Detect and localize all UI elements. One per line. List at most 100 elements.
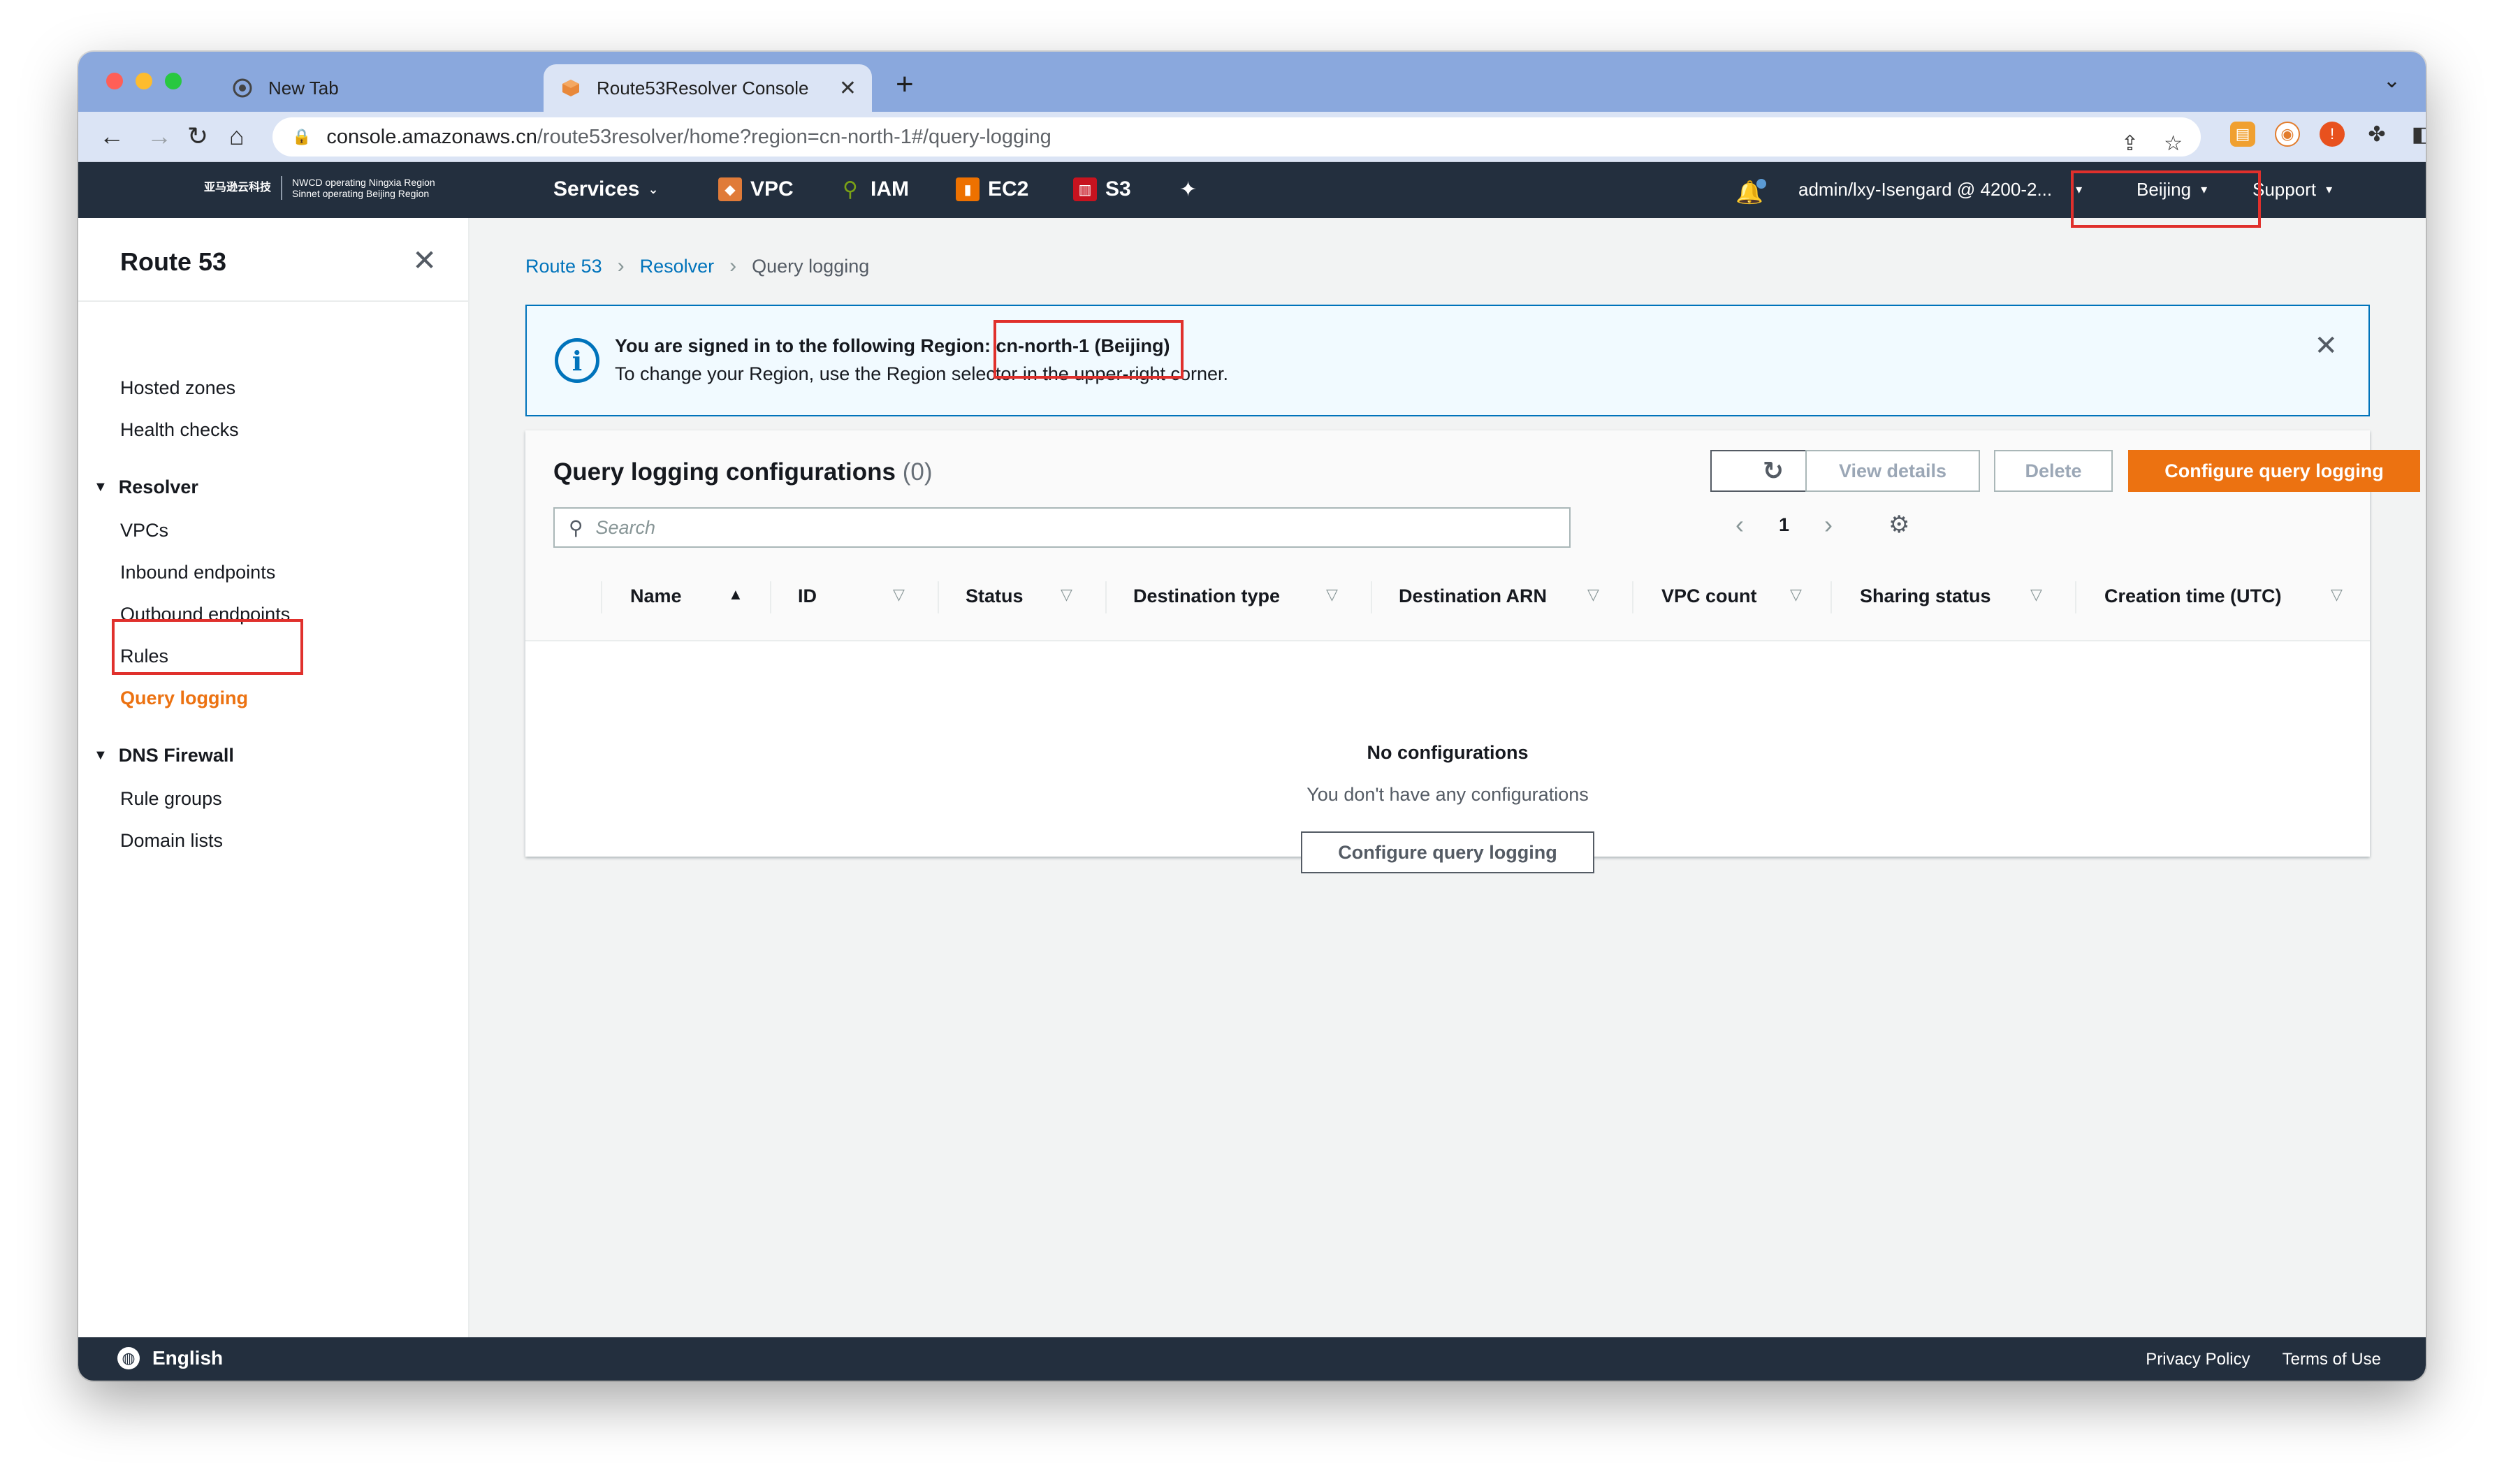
sort-icon[interactable]: ▽ — [1326, 585, 1338, 604]
pin-icon[interactable]: ✦ — [1179, 177, 1197, 202]
services-label: Services — [553, 177, 640, 201]
search-icon: ⚲ — [569, 516, 583, 539]
extension-icon[interactable]: ! — [2320, 122, 2345, 147]
column-header-id[interactable]: ID — [798, 585, 817, 607]
home-icon[interactable]: ⌂ — [229, 122, 245, 151]
column-header-creation-time[interactable]: Creation time (UTC) — [2104, 585, 2282, 607]
services-menu-button[interactable]: Services ⌄ — [553, 177, 659, 201]
configure-query-logging-button[interactable]: Configure query logging — [2128, 450, 2420, 492]
sort-icon[interactable]: ▽ — [2030, 585, 2042, 604]
view-details-button[interactable]: View details — [1805, 450, 1980, 492]
column-header-name[interactable]: Name — [630, 585, 682, 607]
next-page-icon[interactable]: › — [1824, 510, 1833, 539]
query-logging-panel: Query logging configurations (0) ↻ View … — [525, 430, 2420, 873]
notifications-button[interactable]: 🔔 — [1735, 179, 1766, 205]
info-icon: i — [555, 338, 599, 383]
delete-button[interactable]: Delete — [1994, 450, 2113, 492]
console-footer: ◍ English Privacy Policy Terms of Use — [78, 1337, 2426, 1381]
account-label: admin/lxy-Isengard @ 4200-2... — [1798, 179, 2053, 200]
sidebar-item-hosted-zones[interactable]: Hosted zones — [120, 377, 235, 399]
sidebar-item-inbound-endpoints[interactable]: Inbound endpoints — [120, 562, 275, 583]
extension-icon[interactable]: ▤ — [2230, 122, 2255, 147]
region-info-flash: i You are signed in to the following Reg… — [525, 305, 2370, 416]
gear-icon[interactable]: ⚙ — [1888, 511, 1909, 539]
s3-icon: ▥ — [1073, 177, 1097, 201]
shortcut-vpc[interactable]: ◆ VPC — [718, 177, 794, 201]
sidebar-section-dns-firewall[interactable]: ▼ DNS Firewall — [94, 745, 234, 766]
close-window-button[interactable] — [106, 73, 123, 89]
shortcut-ec2[interactable]: ▮ EC2 — [956, 177, 1028, 201]
prev-page-icon[interactable]: ‹ — [1735, 510, 1744, 539]
sidebar-section-resolver[interactable]: ▼ Resolver — [94, 477, 198, 498]
share-icon[interactable]: ⇪ — [2121, 131, 2139, 156]
sidebar-item-vpcs[interactable]: VPCs — [120, 520, 168, 541]
privacy-policy-link[interactable]: Privacy Policy — [2146, 1350, 2250, 1369]
dismiss-flash-icon[interactable]: ✕ — [2314, 330, 2338, 362]
breadcrumb: Route 53 › Resolver › Query logging — [525, 254, 869, 278]
chevron-right-icon: › — [617, 254, 625, 277]
sort-icon[interactable]: ▽ — [1790, 585, 1802, 604]
shortcut-s3[interactable]: ▥ S3 — [1073, 177, 1131, 201]
search-placeholder: Search — [595, 516, 656, 538]
url-input[interactable]: 🔒 console.amazonaws.cn/route53resolver/h… — [272, 117, 2201, 157]
logo-line2: Sinnet operating Beijing Region — [292, 188, 430, 199]
refresh-icon: ↻ — [1762, 456, 1784, 485]
region-highlight-box — [2071, 170, 2261, 228]
aws-china-logo[interactable]: 亚马逊云科技 NWCD operating Ningxia Region Sin… — [204, 176, 435, 200]
sidebar-item-rule-groups[interactable]: Rule groups — [120, 788, 222, 810]
panel-title-text: Query logging configurations — [553, 458, 896, 486]
sort-icon[interactable]: ▽ — [1587, 585, 1599, 604]
minimize-window-button[interactable] — [136, 73, 152, 89]
column-header-vpc-count[interactable]: VPC count — [1661, 585, 1757, 607]
tab-title: Route53Resolver Console — [597, 77, 809, 99]
page-number[interactable]: 1 — [1779, 514, 1789, 536]
column-header-destination-arn[interactable]: Destination ARN — [1399, 585, 1547, 607]
chevron-down-icon: ⌄ — [648, 182, 659, 196]
forward-arrow-icon[interactable]: → — [147, 122, 172, 151]
breadcrumb-resolver[interactable]: Resolver — [640, 256, 715, 277]
new-tab-plus-icon[interactable]: + — [896, 67, 914, 102]
account-menu-button[interactable]: admin/lxy-Isengard @ 4200-2... ▾ — [1798, 179, 2082, 201]
flash-prefix: You are signed in to the following Regio… — [615, 335, 996, 356]
search-input[interactable]: ⚲ Search — [553, 507, 1571, 548]
back-arrow-icon[interactable]: ← — [99, 122, 124, 151]
empty-configure-button[interactable]: Configure query logging — [1301, 831, 1594, 873]
sidebar: Route 53 ✕ Hosted zones Health checks ▼ … — [78, 218, 470, 1337]
sort-ascending-icon[interactable]: ▲ — [728, 585, 743, 604]
sort-icon[interactable]: ▽ — [1061, 585, 1072, 604]
globe-icon: ◍ — [117, 1347, 140, 1369]
chrome-icon — [232, 78, 253, 99]
close-tab-icon[interactable]: ✕ — [839, 76, 857, 101]
logo-cn-text: 亚马逊云科技 — [204, 182, 272, 194]
terms-of-use-link[interactable]: Terms of Use — [2283, 1350, 2381, 1369]
extension-icon[interactable]: ◉ — [2275, 122, 2300, 147]
column-header-destination-type[interactable]: Destination type — [1133, 585, 1280, 607]
reload-icon[interactable]: ↻ — [187, 122, 208, 151]
sidebar-item-query-logging[interactable]: Query logging — [120, 688, 248, 709]
support-menu-button[interactable]: Support ▾ — [2252, 179, 2332, 201]
sort-icon[interactable]: ▽ — [2331, 585, 2343, 604]
panel-title: Query logging configurations (0) — [553, 458, 933, 486]
tab-search-chevron-icon[interactable]: ⌄ — [2383, 68, 2401, 93]
column-header-status[interactable]: Status — [966, 585, 1024, 607]
iam-icon: ⚲ — [843, 177, 858, 201]
breadcrumb-route53[interactable]: Route 53 — [525, 256, 602, 277]
maximize-window-button[interactable] — [165, 73, 182, 89]
tab-route53resolver[interactable]: Route53Resolver Console ✕ — [544, 64, 872, 112]
bookmark-star-icon[interactable]: ☆ — [2164, 131, 2183, 156]
shortcut-iam[interactable]: ⚲ IAM — [838, 177, 909, 201]
shortcut-label: S3 — [1105, 177, 1131, 201]
puzzle-icon[interactable]: ✤ — [2364, 122, 2389, 147]
sort-icon[interactable]: ▽ — [893, 585, 905, 604]
sidebar-title: Route 53 — [120, 247, 227, 276]
language-selector[interactable]: ◍ English — [117, 1347, 223, 1369]
sidebar-item-health-checks[interactable]: Health checks — [120, 419, 239, 441]
column-header-sharing-status[interactable]: Sharing status — [1860, 585, 1991, 607]
section-label: Resolver — [118, 477, 198, 497]
browser-window: New Tab ✕ Route53Resolver Console ✕ + ⌄ … — [78, 52, 2426, 1381]
close-sidebar-icon[interactable]: ✕ — [412, 243, 437, 277]
empty-state-title: No configurations — [1367, 742, 1529, 763]
caret-down-icon: ▾ — [2326, 182, 2333, 196]
sidebar-item-domain-lists[interactable]: Domain lists — [120, 830, 223, 852]
sidepanel-icon[interactable]: ◧ — [2409, 122, 2426, 147]
